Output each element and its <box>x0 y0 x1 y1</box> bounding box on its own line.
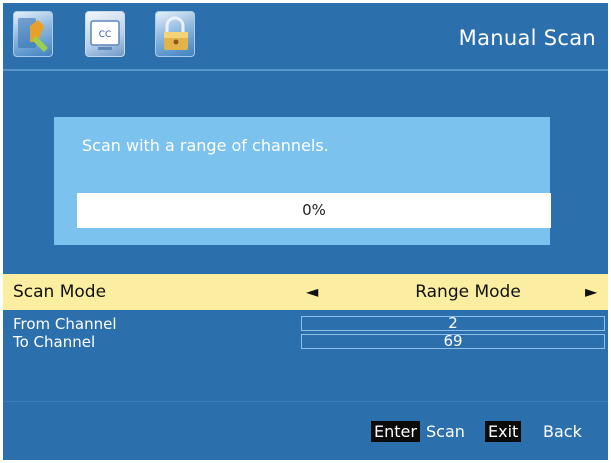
picture-icon[interactable] <box>13 11 53 57</box>
header-divider <box>3 69 608 71</box>
to-channel-field[interactable]: 69 <box>301 334 605 349</box>
progress-percent: 0% <box>302 201 326 219</box>
manual-scan-panel: CC Manual Scan Scan with a range of chan… <box>3 3 608 460</box>
menu-header: CC Manual Scan <box>3 3 608 69</box>
tv-screen: CC Manual Scan Scan with a range of chan… <box>0 0 611 463</box>
closed-caption-icon[interactable]: CC <box>85 11 125 57</box>
cc-icon-text: CC <box>99 30 112 40</box>
to-channel-row[interactable]: To Channel 69 <box>3 333 608 351</box>
footer-divider <box>3 401 608 402</box>
lock-icon[interactable] <box>155 11 195 57</box>
scan-mode-row[interactable]: Scan Mode ◄ Range Mode ► <box>3 274 608 310</box>
scan-mode-value: Range Mode <box>415 282 521 302</box>
exit-key-action: Back <box>543 422 582 441</box>
page-title: Manual Scan <box>458 26 596 50</box>
scan-mode-label: Scan Mode <box>13 282 107 302</box>
from-channel-label: From Channel <box>13 315 117 333</box>
scan-description: Scan with a range of channels. <box>82 136 329 155</box>
key-hints: Enter Scan Exit Back <box>3 412 608 448</box>
arrow-right-icon[interactable]: ► <box>585 274 597 310</box>
from-channel-row[interactable]: From Channel 2 <box>3 315 608 333</box>
enter-key[interactable]: Enter <box>371 421 420 442</box>
scan-progress-box: Scan with a range of channels. 0% <box>54 117 551 245</box>
enter-key-action: Scan <box>426 422 465 441</box>
arrow-left-icon[interactable]: ◄ <box>306 274 318 310</box>
to-channel-label: To Channel <box>13 333 96 351</box>
exit-key[interactable]: Exit <box>485 421 522 442</box>
from-channel-field[interactable]: 2 <box>301 316 605 331</box>
progress-bar: 0% <box>77 193 551 228</box>
